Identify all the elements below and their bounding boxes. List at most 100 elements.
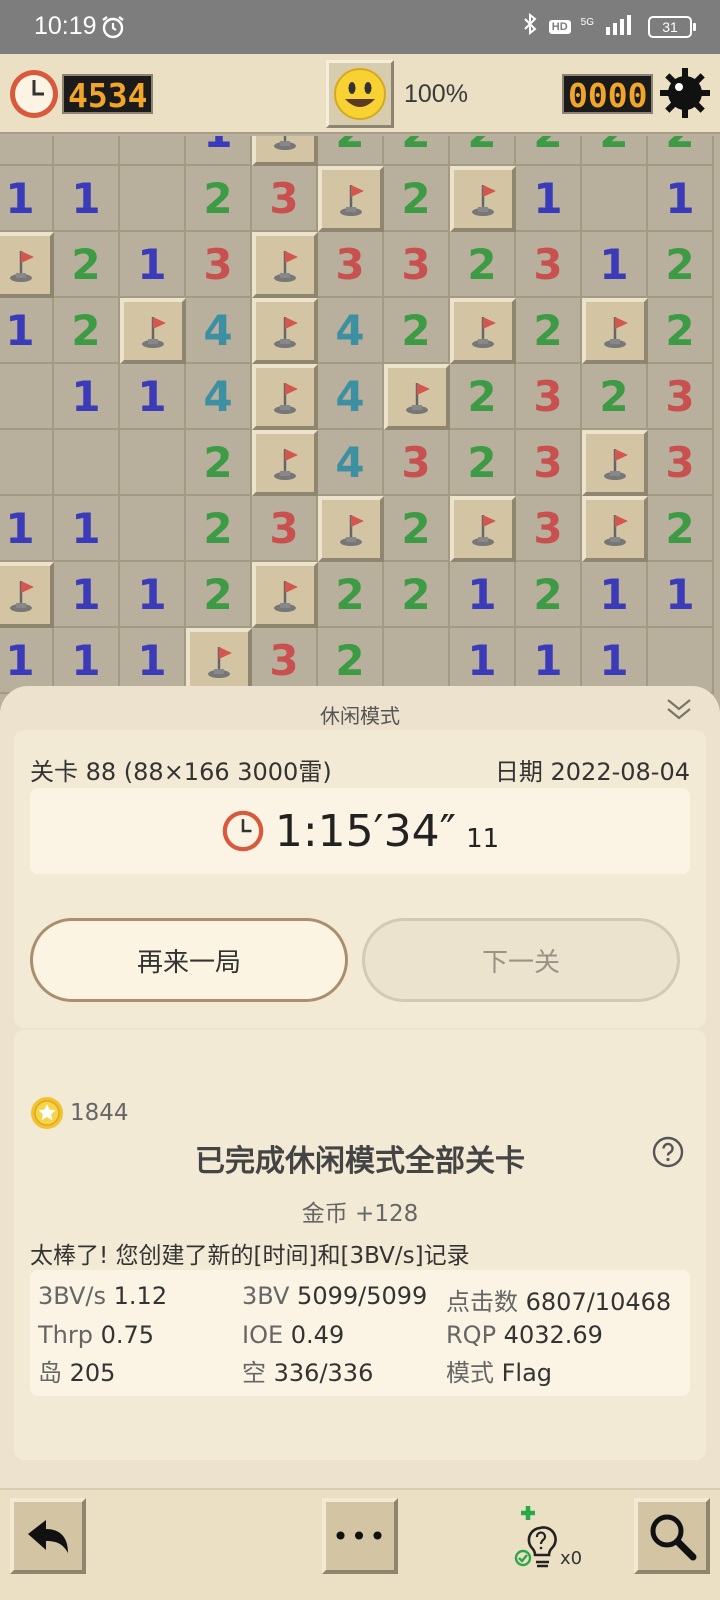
- empty-cell[interactable]: [0, 430, 54, 496]
- flagged-cell[interactable]: [318, 166, 384, 232]
- empty-cell[interactable]: [120, 430, 186, 496]
- number-cell[interactable]: 4: [318, 298, 384, 364]
- search-button[interactable]: [634, 1498, 710, 1574]
- number-cell[interactable]: 2: [318, 628, 384, 694]
- number-cell[interactable]: 3: [384, 232, 450, 298]
- number-cell[interactable]: 1: [450, 562, 516, 628]
- number-cell[interactable]: 1: [450, 628, 516, 694]
- empty-cell[interactable]: [648, 628, 714, 694]
- number-cell[interactable]: 2: [648, 298, 714, 364]
- flagged-cell[interactable]: [582, 430, 648, 496]
- number-cell[interactable]: 1: [582, 628, 648, 694]
- number-cell[interactable]: 3: [516, 496, 582, 562]
- number-cell[interactable]: 2: [54, 232, 120, 298]
- number-cell[interactable]: 4: [318, 430, 384, 496]
- number-cell[interactable]: 1: [648, 562, 714, 628]
- flagged-cell[interactable]: [252, 298, 318, 364]
- number-cell[interactable]: 2: [450, 136, 516, 166]
- mine-icon[interactable]: [658, 66, 712, 124]
- back-button[interactable]: [10, 1498, 86, 1574]
- number-cell[interactable]: 1: [0, 298, 54, 364]
- number-cell[interactable]: 3: [252, 166, 318, 232]
- number-cell[interactable]: 2: [384, 298, 450, 364]
- number-cell[interactable]: 1: [582, 232, 648, 298]
- number-cell[interactable]: 1: [54, 496, 120, 562]
- number-cell[interactable]: 1: [186, 136, 252, 166]
- number-cell[interactable]: 1: [0, 628, 54, 694]
- number-cell[interactable]: 1: [516, 166, 582, 232]
- number-cell[interactable]: 3: [516, 232, 582, 298]
- next-level-button[interactable]: 下一关: [362, 918, 680, 1002]
- flagged-cell[interactable]: [0, 562, 54, 628]
- number-cell[interactable]: 4: [186, 364, 252, 430]
- number-cell[interactable]: 2: [648, 232, 714, 298]
- more-button[interactable]: •••: [322, 1498, 398, 1574]
- number-cell[interactable]: 3: [516, 430, 582, 496]
- empty-cell[interactable]: [0, 364, 54, 430]
- number-cell[interactable]: 1: [120, 562, 186, 628]
- number-cell[interactable]: 1: [54, 628, 120, 694]
- number-cell[interactable]: 1: [0, 496, 54, 562]
- flagged-cell[interactable]: [450, 496, 516, 562]
- number-cell[interactable]: 3: [318, 232, 384, 298]
- flagged-cell[interactable]: [252, 562, 318, 628]
- empty-cell[interactable]: [120, 136, 186, 166]
- number-cell[interactable]: 2: [186, 166, 252, 232]
- empty-cell[interactable]: [582, 166, 648, 232]
- number-cell[interactable]: 2: [384, 496, 450, 562]
- number-cell[interactable]: 2: [582, 136, 648, 166]
- smiley-button[interactable]: [326, 60, 394, 128]
- number-cell[interactable]: 2: [516, 562, 582, 628]
- flagged-cell[interactable]: [252, 364, 318, 430]
- flagged-cell[interactable]: [450, 166, 516, 232]
- number-cell[interactable]: 1: [54, 364, 120, 430]
- collapse-chevron-icon[interactable]: [664, 694, 694, 728]
- flagged-cell[interactable]: [450, 298, 516, 364]
- number-cell[interactable]: 1: [120, 628, 186, 694]
- number-cell[interactable]: 2: [186, 430, 252, 496]
- number-cell[interactable]: 2: [384, 136, 450, 166]
- flagged-cell[interactable]: [0, 232, 54, 298]
- number-cell[interactable]: 2: [186, 562, 252, 628]
- number-cell[interactable]: 2: [450, 232, 516, 298]
- number-cell[interactable]: 1: [516, 628, 582, 694]
- number-cell[interactable]: 3: [252, 496, 318, 562]
- number-cell[interactable]: 1: [120, 232, 186, 298]
- number-cell[interactable]: 3: [384, 430, 450, 496]
- hint-bulb-icon[interactable]: [514, 1502, 560, 1576]
- number-cell[interactable]: 3: [648, 364, 714, 430]
- empty-cell[interactable]: [384, 628, 450, 694]
- number-cell[interactable]: 2: [516, 298, 582, 364]
- number-cell[interactable]: 3: [648, 430, 714, 496]
- number-cell[interactable]: 2: [186, 496, 252, 562]
- number-cell[interactable]: 2: [648, 136, 714, 166]
- empty-cell[interactable]: [120, 166, 186, 232]
- number-cell[interactable]: 2: [582, 364, 648, 430]
- flagged-cell[interactable]: [582, 298, 648, 364]
- flagged-cell[interactable]: [252, 232, 318, 298]
- minefield-board[interactable]: 1222222112321121333231212442221144232324…: [0, 136, 720, 696]
- number-cell[interactable]: 1: [582, 562, 648, 628]
- number-cell[interactable]: 2: [450, 364, 516, 430]
- number-cell[interactable]: 1: [648, 166, 714, 232]
- number-cell[interactable]: 2: [54, 298, 120, 364]
- number-cell[interactable]: 1: [120, 364, 186, 430]
- number-cell[interactable]: 4: [318, 364, 384, 430]
- number-cell[interactable]: 3: [252, 628, 318, 694]
- number-cell[interactable]: 2: [648, 496, 714, 562]
- number-cell[interactable]: 2: [384, 562, 450, 628]
- number-cell[interactable]: 2: [450, 430, 516, 496]
- number-cell[interactable]: 2: [318, 136, 384, 166]
- flagged-cell[interactable]: [252, 136, 318, 166]
- number-cell[interactable]: 1: [54, 562, 120, 628]
- flagged-cell[interactable]: [384, 364, 450, 430]
- empty-cell[interactable]: [0, 136, 54, 166]
- flagged-cell[interactable]: [120, 298, 186, 364]
- number-cell[interactable]: 2: [516, 136, 582, 166]
- flagged-cell[interactable]: [582, 496, 648, 562]
- number-cell[interactable]: 3: [516, 364, 582, 430]
- flagged-cell[interactable]: [318, 496, 384, 562]
- number-cell[interactable]: 2: [384, 166, 450, 232]
- flagged-cell[interactable]: [252, 430, 318, 496]
- number-cell[interactable]: 1: [0, 166, 54, 232]
